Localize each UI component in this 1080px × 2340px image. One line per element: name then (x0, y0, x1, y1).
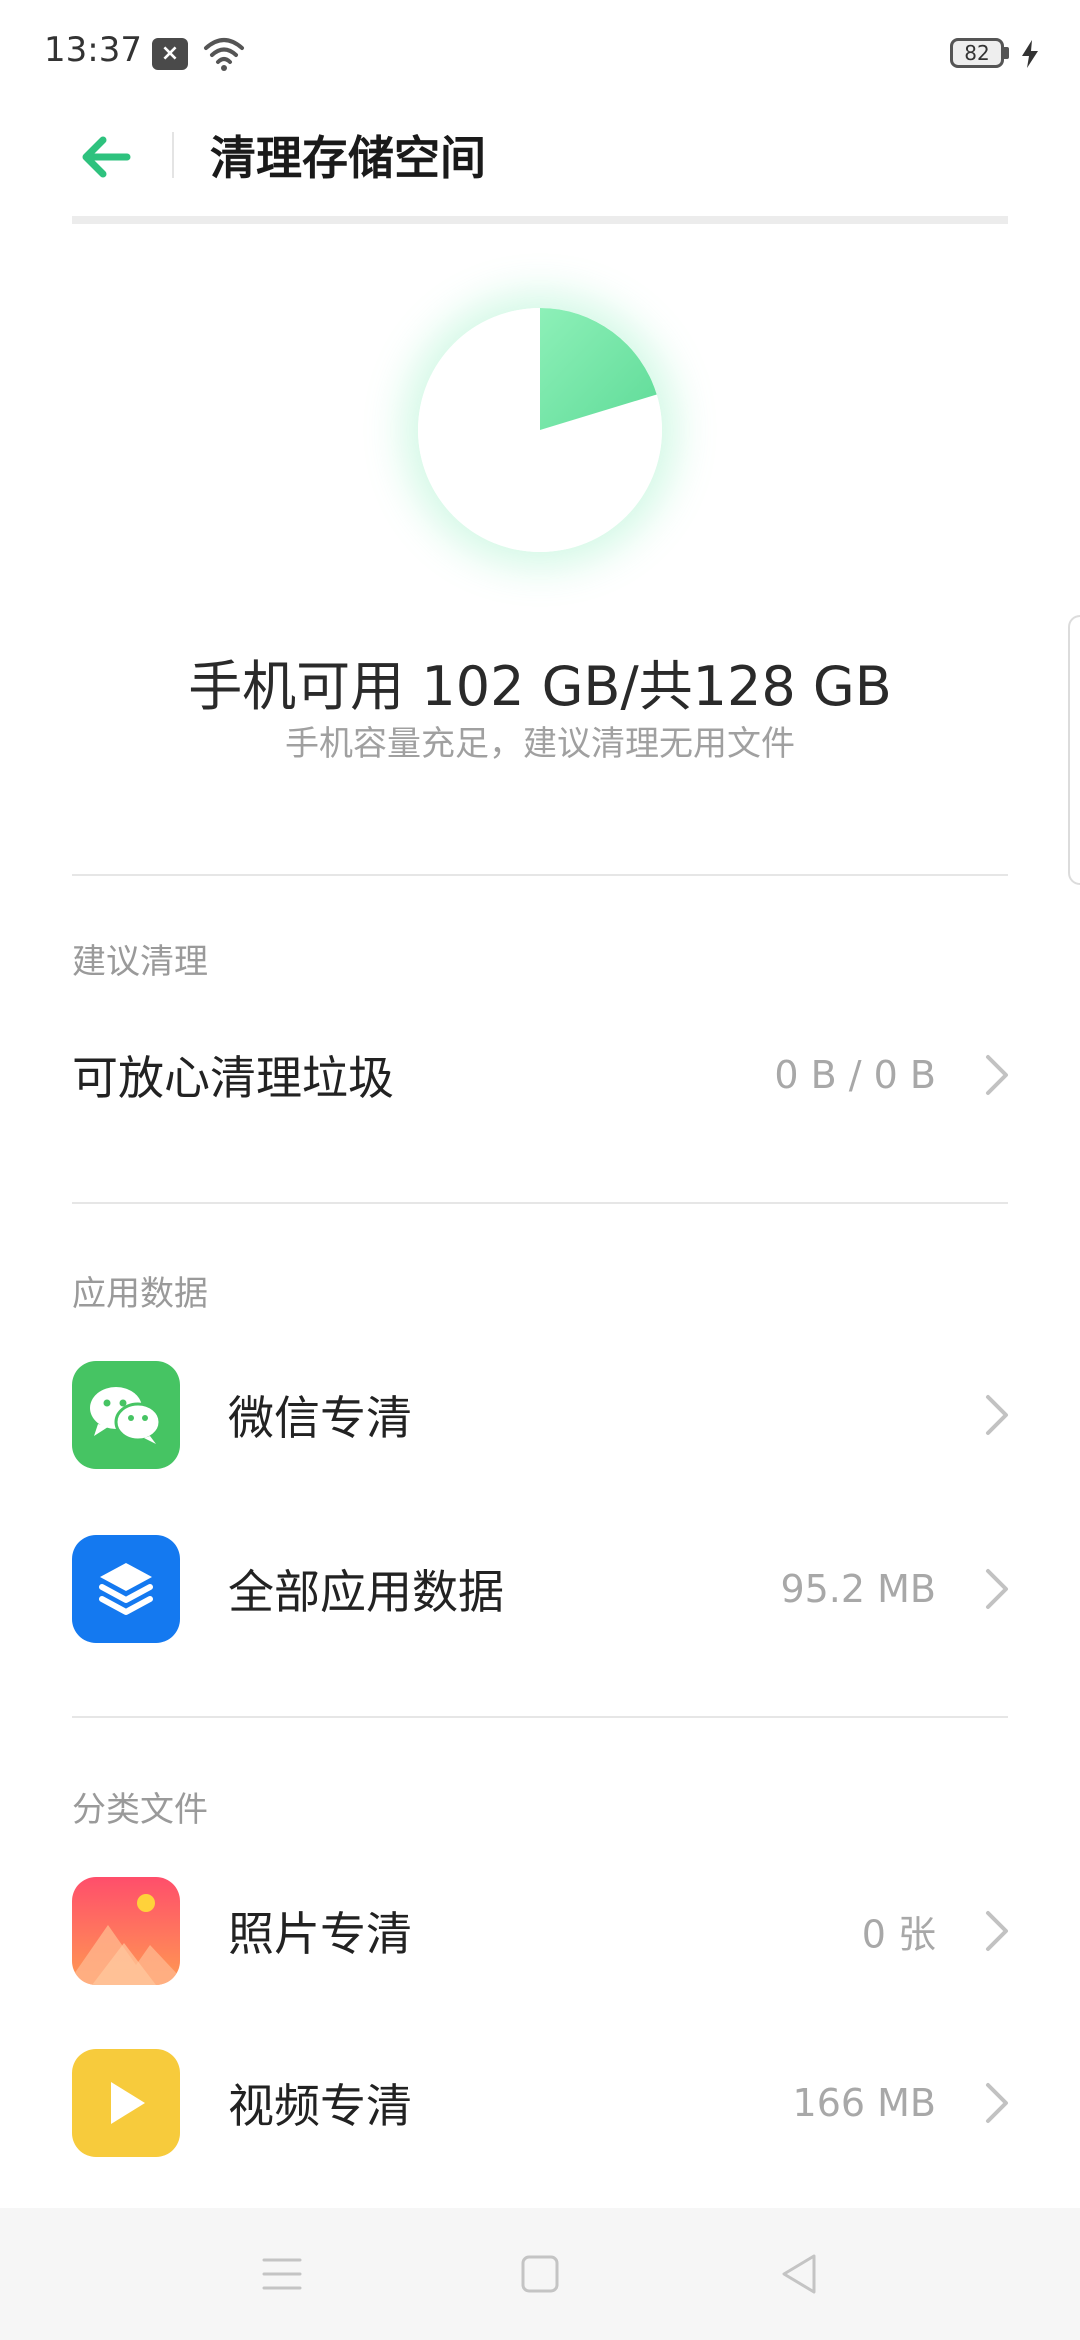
row-label: 微信专清 (228, 1391, 412, 1445)
row-label: 视频专清 (228, 2079, 412, 2133)
divider (72, 1202, 1008, 1204)
navigation-bar (0, 2208, 1080, 2340)
chevron-right-icon (986, 1569, 1008, 1609)
play-icon (72, 2049, 180, 2157)
section-header-files: 分类文件 (72, 1790, 208, 1830)
battery-tip (1004, 47, 1009, 59)
battery-level: 82 (964, 41, 990, 65)
home-button[interactable] (508, 2242, 572, 2306)
wechat-icon (72, 1361, 180, 1469)
wechat-clean-row[interactable]: 微信专清 (0, 1340, 1080, 1490)
status-time: 13:37 (44, 30, 142, 70)
photo-icon (72, 1877, 180, 1985)
wifi-icon (204, 38, 244, 71)
divider (72, 874, 1008, 876)
section-header-suggested: 建议清理 (72, 942, 208, 982)
screen: 13:37 × 82 清理存储空间 手机可用 102 GB/共128 GB 手机… (0, 0, 1080, 2340)
page-title: 清理存储空间 (210, 131, 486, 185)
row-value: 0 B / 0 B (774, 1053, 936, 1097)
status-bar: 13:37 × 82 (0, 0, 1080, 110)
top-scroll-indicator (72, 216, 1008, 224)
charging-bolt-icon (1022, 40, 1038, 68)
back-triangle-icon (782, 2254, 816, 2294)
menu-icon (262, 2258, 302, 2290)
video-clean-row[interactable]: 视频专清 166 MB (0, 2028, 1080, 2178)
row-value: 0 张 (861, 1912, 936, 1957)
all-app-data-row[interactable]: 全部应用数据 95.2 MB (0, 1514, 1080, 1664)
junk-clean-row[interactable]: 可放心清理垃圾 0 B / 0 B (0, 1000, 1080, 1150)
chevron-right-icon (986, 1911, 1008, 1951)
divider (72, 1716, 1008, 1718)
side-panel-handle[interactable] (1068, 615, 1080, 885)
storage-pie-chart (418, 308, 662, 552)
storage-pie (418, 308, 662, 552)
photo-clean-row[interactable]: 照片专清 0 张 (0, 1856, 1080, 2006)
menu-button[interactable] (250, 2242, 314, 2306)
row-value: 95.2 MB (780, 1567, 936, 1611)
back-button[interactable] (72, 124, 138, 190)
storage-summary: 手机可用 102 GB/共128 GB (188, 655, 892, 718)
row-label: 照片专清 (228, 1907, 412, 1961)
section-header-app-data: 应用数据 (72, 1274, 208, 1314)
row-label: 可放心清理垃圾 (72, 1051, 394, 1105)
row-label: 全部应用数据 (228, 1565, 504, 1619)
storage-subtitle: 手机容量充足，建议清理无用文件 (285, 724, 795, 764)
home-square-icon (521, 2255, 559, 2293)
header-divider (172, 132, 174, 178)
chevron-right-icon (986, 2083, 1008, 2123)
back-nav-button[interactable] (766, 2242, 830, 2306)
row-value: 166 MB (792, 2081, 936, 2125)
layers-icon (72, 1535, 180, 1643)
battery-icon: 82 (950, 38, 1004, 68)
chevron-right-icon (986, 1395, 1008, 1435)
chevron-right-icon (986, 1055, 1008, 1095)
notification-x-icon: × (152, 38, 188, 70)
back-arrow-icon (82, 136, 131, 178)
header: 清理存储空间 (0, 110, 1080, 220)
